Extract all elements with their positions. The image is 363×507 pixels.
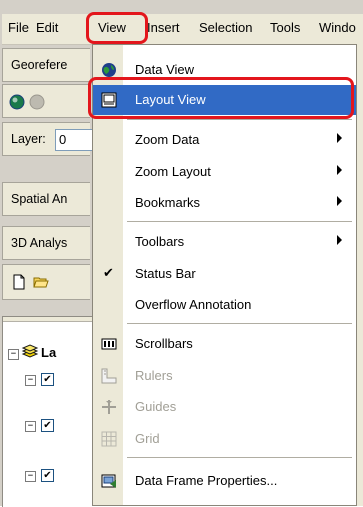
menu-item-label: Rulers: [135, 368, 173, 383]
menu-item-label: Data View: [135, 62, 195, 77]
menu-item-label: Bookmarks: [135, 195, 201, 210]
3d-analyst-toolbar: 3D Analys: [2, 226, 90, 260]
layer-1-checkbox[interactable]: ✔: [41, 373, 54, 386]
menu-item-label: Zoom Data: [135, 132, 200, 147]
layer-toolbar: Layer: 0: [2, 122, 97, 156]
globe-disabled-icon[interactable]: [29, 94, 45, 110]
menu-item-label: Status Bar: [135, 266, 196, 281]
submenu-arrow-icon: [337, 133, 342, 143]
menu-item-zoom-data[interactable]: Zoom Data: [93, 125, 356, 155]
menu-item-bookmarks[interactable]: Bookmarks: [93, 188, 356, 218]
layer-dropdown-value: 0: [59, 132, 67, 147]
data-frame-properties-icon: [101, 474, 116, 488]
menu-item-label: Toolbars: [135, 234, 185, 249]
layer-label: Layer:: [11, 132, 46, 146]
app-window: File Edit View Insert Selection Tools Wi…: [0, 0, 363, 507]
menu-insert[interactable]: Insert: [147, 20, 180, 35]
menu-separator: [127, 221, 352, 222]
submenu-arrow-icon: [337, 165, 342, 175]
menu-bar: File Edit View Insert Selection Tools Wi…: [2, 14, 363, 45]
menu-item-status-bar[interactable]: ✔ Status Bar: [93, 259, 356, 289]
menu-item-label: Data Frame Properties...: [135, 473, 278, 488]
georeferencing-toolbar: Georefere: [2, 48, 90, 82]
menu-separator: [127, 323, 352, 324]
menu-file[interactable]: File: [8, 20, 29, 35]
menu-item-overflow-annotation[interactable]: Overflow Annotation: [93, 290, 356, 320]
layers-icon: [21, 344, 39, 358]
layer-2-checkbox[interactable]: ✔: [41, 419, 54, 432]
layer-2-expander[interactable]: −: [25, 421, 36, 432]
layer-1-expander[interactable]: −: [25, 375, 36, 386]
menu-item-data-frame-properties[interactable]: Data Frame Properties...: [93, 466, 356, 496]
toc-header: [3, 317, 99, 322]
navigation-toolbar: [2, 84, 90, 118]
guides-icon: [102, 400, 116, 414]
submenu-arrow-icon: [337, 196, 342, 206]
menu-item-guides[interactable]: Guides: [93, 392, 356, 422]
right-edge-panel: [357, 44, 363, 506]
menu-item-zoom-layout[interactable]: Zoom Layout: [93, 157, 356, 187]
menu-item-rulers[interactable]: Rulers: [93, 361, 356, 391]
layer-3-expander[interactable]: −: [25, 471, 36, 482]
menu-item-label: Grid: [135, 431, 160, 446]
layer-3-checkbox[interactable]: ✔: [41, 469, 54, 482]
standard-toolbar: [2, 264, 90, 300]
tree-collapse-toggle[interactable]: −: [8, 349, 19, 360]
globe-icon[interactable]: [9, 94, 25, 110]
menu-item-scrollbars[interactable]: Scrollbars: [93, 329, 356, 359]
open-folder-icon[interactable]: [33, 274, 49, 290]
layer-dropdown[interactable]: 0: [55, 129, 97, 151]
table-of-contents: − La − ✔ − ✔ − ✔: [2, 316, 99, 507]
view-menu-highlight: [86, 12, 148, 44]
spatial-analyst-toolbar: Spatial An: [2, 182, 90, 216]
new-document-icon[interactable]: [11, 274, 27, 290]
menu-item-label: Zoom Layout: [135, 164, 211, 179]
menu-item-label: Scrollbars: [135, 336, 193, 351]
menu-item-label: Guides: [135, 399, 177, 414]
submenu-arrow-icon: [337, 235, 342, 245]
menu-item-toolbars[interactable]: Toolbars: [93, 227, 356, 257]
menu-tools[interactable]: Tools: [270, 20, 300, 35]
grid-icon: [101, 431, 117, 447]
scrollbars-icon: [101, 338, 117, 350]
rulers-icon: [101, 368, 117, 384]
menu-item-grid[interactable]: Grid: [93, 424, 356, 454]
menu-separator: [127, 119, 352, 120]
spatial-analyst-label: Spatial An: [11, 192, 68, 206]
menu-window[interactable]: Windo: [319, 20, 356, 35]
layout-view-highlight: [88, 77, 354, 119]
check-mark-icon: ✔: [103, 265, 114, 280]
georeferencing-label: Georefere: [11, 58, 68, 72]
layers-label: La: [41, 345, 57, 360]
menu-edit[interactable]: Edit: [36, 20, 58, 35]
data-view-globe-icon: [102, 63, 116, 77]
3d-analyst-label: 3D Analys: [11, 236, 68, 250]
menu-item-label: Overflow Annotation: [135, 297, 252, 312]
menu-selection[interactable]: Selection: [199, 20, 252, 35]
menu-separator: [127, 457, 352, 458]
